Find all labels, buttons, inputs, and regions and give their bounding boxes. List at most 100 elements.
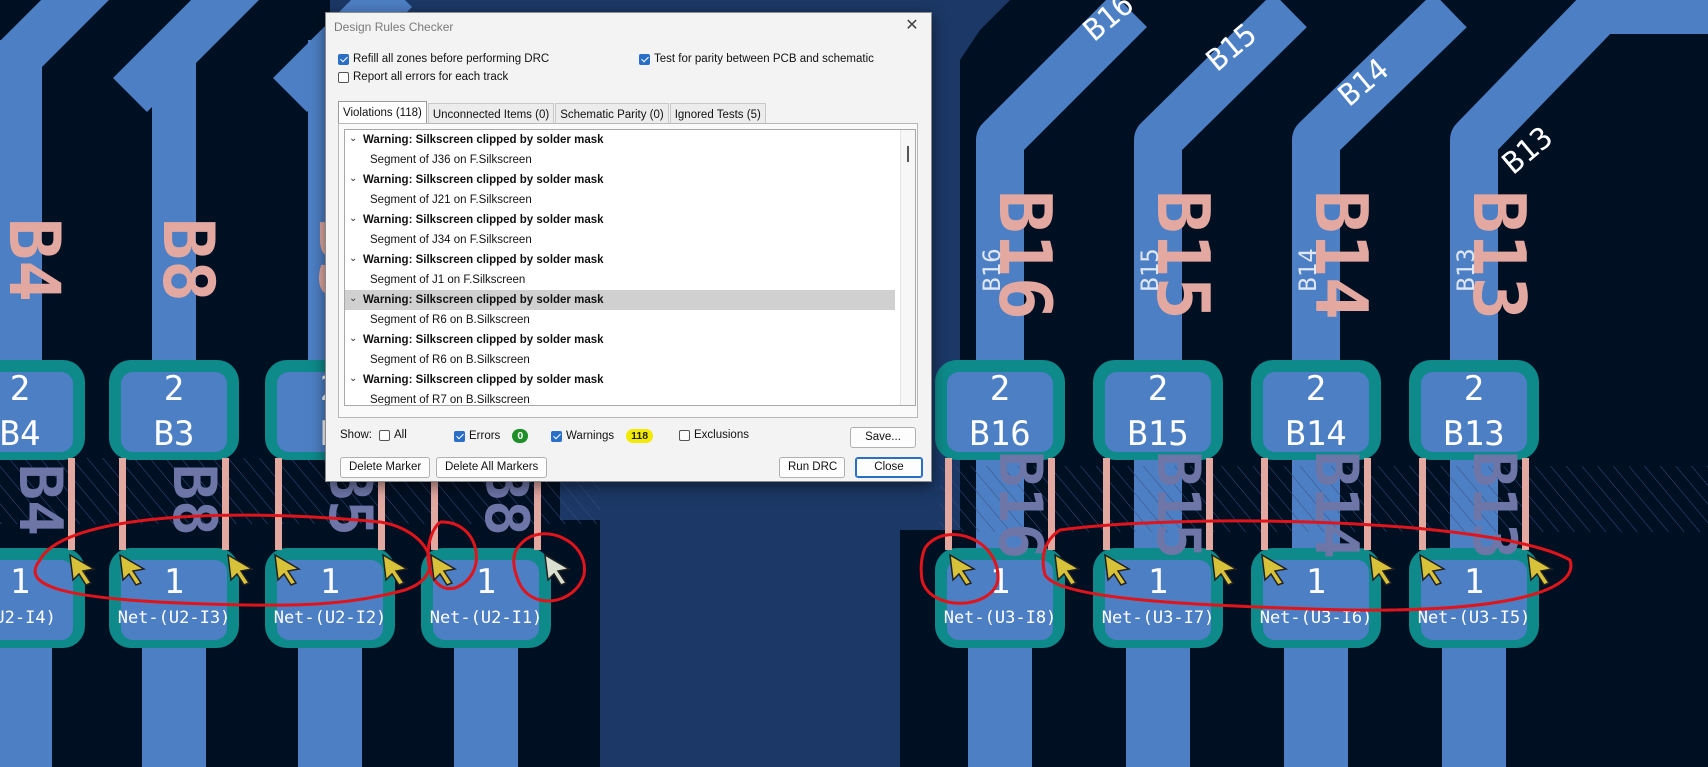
violation-title: Warning: Silkscreen clipped by solder ma… xyxy=(363,134,604,146)
show-label: Show: xyxy=(340,429,372,441)
errors-count-badge: 0 xyxy=(512,429,529,443)
violation-item: Segment of R6 on B.Silkscreen xyxy=(370,314,530,326)
pad-name: B15 xyxy=(1127,414,1188,454)
chevron-down-icon[interactable]: ⌄ xyxy=(349,210,357,229)
show-warnings-label: Warnings xyxy=(566,430,615,442)
refill-zones-checkbox[interactable]: Refill all zones before performing DRC xyxy=(338,53,549,65)
close-button[interactable]: Close xyxy=(855,457,923,478)
checkbox-box[interactable] xyxy=(639,53,650,65)
report-all-errors-checkbox[interactable]: Report all errors for each track xyxy=(338,71,508,83)
silkscreen-label: B14 xyxy=(1294,248,1322,291)
show-warnings-checkbox[interactable]: Warnings 118 xyxy=(551,429,654,443)
net-label: Net-(U3-I7) xyxy=(1102,608,1215,628)
violation-item-row[interactable]: Segment of R6 on B.Silkscreen xyxy=(345,310,895,330)
show-exclusions-checkbox[interactable]: Exclusions xyxy=(679,429,749,441)
silkscreen-label: B8 xyxy=(147,218,229,302)
pad-number: 1 xyxy=(476,562,496,602)
violation-item-row[interactable]: Segment of R6 on B.Silkscreen xyxy=(345,350,895,370)
silkscreen-line xyxy=(1103,458,1110,550)
silkscreen-label: B4 xyxy=(0,218,75,302)
show-filter-row: Show: All Errors 0 Warnings 118 Exclusio… xyxy=(340,427,920,445)
silkscreen-line xyxy=(1261,458,1268,550)
checkbox-box[interactable] xyxy=(551,430,562,442)
pad-name: B3 xyxy=(154,414,195,454)
chevron-down-icon[interactable]: ⌄ xyxy=(349,370,357,389)
pad-number: 1 xyxy=(990,562,1010,602)
silkscreen-label: B14 xyxy=(1301,451,1371,559)
chevron-down-icon[interactable]: ⌄ xyxy=(349,330,357,349)
vertical-scrollbar[interactable] xyxy=(900,130,915,405)
silkscreen-label: B16 xyxy=(985,451,1055,559)
silkscreen-label: B4 xyxy=(5,464,75,536)
pad-number: 1 xyxy=(320,562,340,602)
violation-item-row[interactable]: Segment of J21 on F.Silkscreen xyxy=(345,190,895,210)
checkbox-box[interactable] xyxy=(679,429,690,441)
violation-item: Segment of J21 on F.Silkscreen xyxy=(370,194,532,206)
scrollbar-thumb[interactable] xyxy=(907,146,909,162)
violation-title: Warning: Silkscreen clipped by solder ma… xyxy=(363,294,604,306)
copper-trace xyxy=(454,640,518,767)
close-icon[interactable]: ✕ xyxy=(901,16,923,36)
violation-item: Segment of J36 on F.Silkscreen xyxy=(370,154,532,166)
drc-dialog: Design Rules Checker ✕ Refill all zones … xyxy=(325,12,932,482)
violation-row[interactable]: ⌄ Warning: Silkscreen clipped by solder m… xyxy=(345,330,895,350)
pad-number: 2 xyxy=(10,369,30,409)
silkscreen-label: B13 xyxy=(1452,248,1480,291)
copper-trace xyxy=(142,640,206,767)
violation-row[interactable]: ⌄ Warning: Silkscreen clipped by solder m… xyxy=(345,170,895,190)
violation-row[interactable]: ⌄ Warning: Silkscreen clipped by solder m… xyxy=(345,210,895,230)
warnings-count-badge: 118 xyxy=(626,429,654,443)
violation-title: Warning: Silkscreen clipped by solder ma… xyxy=(363,174,604,186)
pad-number: 1 xyxy=(164,562,184,602)
violation-title: Warning: Silkscreen clipped by solder ma… xyxy=(363,374,604,386)
violation-row[interactable]: ⌄ Warning: Silkscreen clipped by solder m… xyxy=(345,290,895,310)
copper-trace xyxy=(298,640,362,767)
violation-item-row[interactable]: Segment of J36 on F.Silkscreen xyxy=(345,150,895,170)
violation-item-row[interactable]: Segment of J34 on F.Silkscreen xyxy=(345,230,895,250)
run-drc-button[interactable]: Run DRC xyxy=(779,457,845,478)
chevron-down-icon[interactable]: ⌄ xyxy=(349,290,357,309)
violation-item: Segment of R6 on B.Silkscreen xyxy=(370,354,530,366)
silkscreen-line xyxy=(275,458,282,550)
copper-trace xyxy=(152,40,196,380)
silkscreen-label: B15 xyxy=(1136,248,1164,291)
pad-number: 1 xyxy=(1306,562,1326,602)
delete-all-markers-button[interactable]: Delete All Markers xyxy=(436,457,548,478)
copper-trace xyxy=(968,640,1032,767)
checkbox-box[interactable] xyxy=(338,71,349,83)
show-exclusions-label: Exclusions xyxy=(694,429,749,441)
tab-bar: Violations (118) Unconnected Items (0) S… xyxy=(338,101,767,126)
violation-title: Warning: Silkscreen clipped by solder ma… xyxy=(363,214,604,226)
chevron-down-icon[interactable]: ⌄ xyxy=(349,250,357,269)
net-label: Net-(U3-I5) xyxy=(1418,608,1531,628)
violation-row[interactable]: ⌄ Warning: Silkscreen clipped by solder m… xyxy=(345,250,895,270)
pad-number: 2 xyxy=(1148,369,1168,409)
copper-trace xyxy=(1126,640,1190,767)
violation-row[interactable]: ⌄ Warning: Silkscreen clipped by solder m… xyxy=(345,370,895,390)
checkbox-box[interactable] xyxy=(454,430,465,442)
save-button[interactable]: Save... xyxy=(850,427,916,448)
chevron-down-icon[interactable]: ⌄ xyxy=(349,130,357,149)
violation-item: Segment of R7 on B.Silkscreen xyxy=(370,394,530,406)
copper-trace xyxy=(1284,640,1348,767)
show-all-checkbox[interactable]: All xyxy=(379,429,407,441)
silkscreen-label: B15 xyxy=(1143,451,1213,559)
violation-title: Warning: Silkscreen clipped by solder ma… xyxy=(363,334,604,346)
net-label: Net-(U3-I8) xyxy=(944,608,1057,628)
violation-row[interactable]: ⌄ Warning: Silkscreen clipped by solder m… xyxy=(345,130,895,150)
refill-zones-label: Refill all zones before performing DRC xyxy=(353,53,550,65)
checkbox-box[interactable] xyxy=(379,429,390,441)
net-label: Net-(U2-I3) xyxy=(118,608,231,628)
copper-trace xyxy=(0,640,52,767)
dialog-title: Design Rules Checker xyxy=(334,20,454,34)
parity-test-checkbox[interactable]: Test for parity between PCB and schemati… xyxy=(639,53,874,65)
pad-number: 1 xyxy=(10,562,30,602)
show-errors-checkbox[interactable]: Errors 0 xyxy=(454,429,529,443)
violation-item-row[interactable]: Segment of J1 on F.Silkscreen xyxy=(345,270,895,290)
copper-trace xyxy=(1442,640,1506,767)
chevron-down-icon[interactable]: ⌄ xyxy=(349,170,357,189)
violation-item-row[interactable]: Segment of R7 on B.Silkscreen xyxy=(345,390,895,406)
delete-marker-button[interactable]: Delete Marker xyxy=(340,457,431,478)
violations-list[interactable]: ⌄ Warning: Silkscreen clipped by solder m… xyxy=(344,129,916,406)
checkbox-box[interactable] xyxy=(338,53,349,65)
